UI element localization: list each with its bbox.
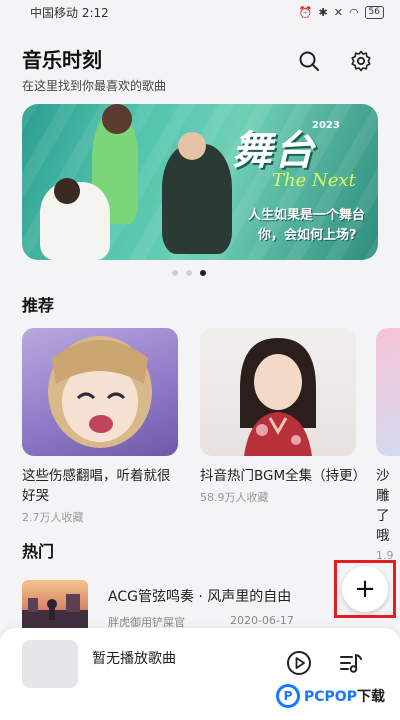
playlist-card[interactable]: 沙雕了哦 1.9 (376, 328, 400, 562)
bluetooth-icon: ✱ (318, 5, 328, 19)
playlist-favorites: 58.9万人收藏 (200, 491, 269, 504)
banner-slogan-line1: 人生如果是一个舞台 (248, 208, 366, 223)
banner-year: 2023 (312, 120, 340, 131)
playlist-favorites: 2.7万人收藏 (22, 511, 84, 524)
add-song-button[interactable]: + (342, 566, 388, 612)
section-title-hot: 热门 (22, 542, 55, 561)
song-title: ACG管弦鸣奏 · 风声里的自由 (108, 589, 292, 605)
pagination-dot-active[interactable] (200, 270, 206, 276)
alarm-icon: ⏰ (298, 5, 313, 19)
banner-subtitle: The Next (272, 170, 356, 191)
banner-figure-6 (178, 132, 206, 160)
pagination-dot[interactable] (172, 270, 178, 276)
wifi-icon: ◠ (348, 5, 359, 19)
song-date: 2020-06-17 (230, 614, 294, 627)
song-row[interactable]: ACG管弦鸣奏 · 风声里的自由 胖虎御用铲屎官 2020-06-17 (22, 580, 382, 629)
play-button[interactable] (284, 648, 314, 678)
watermark-text: PCPOP下载 (304, 686, 385, 706)
playlist-cover (200, 328, 356, 456)
playlist-title: 这些伤感翻唱，听着就很好哭 (22, 468, 171, 504)
page-subtitle: 在这里找到你最喜欢的歌曲 (22, 79, 167, 93)
page-title: 音乐时刻 (22, 48, 102, 72)
playlist-card[interactable]: 抖音热门BGM全集（持更） 58.9万人收藏 (200, 328, 366, 505)
watermark-logo: P (276, 684, 300, 708)
status-bar: 中国移动 2:12 ⏰ ✱ ✕ ◠ 56 (0, 0, 400, 24)
now-playing-cover (22, 640, 78, 688)
banner-figure-2 (102, 104, 132, 134)
playlist-cover (376, 328, 400, 456)
anime-girl-illustration (48, 336, 152, 448)
watermark-suffix: 下载 (356, 689, 385, 705)
banner-pagination (172, 270, 206, 276)
playlist-title: 沙雕了哦 (376, 468, 390, 544)
watermark: P PCPOP下载 (276, 684, 385, 708)
now-playing-text: 暂无播放歌曲 (92, 651, 176, 667)
carrier-time: 中国移动 2:12 (30, 5, 109, 20)
song-cover-illustration (22, 594, 88, 628)
promo-banner[interactable]: 舞台 2023 The Next 人生如果是一个舞台 你，会如何上场? (22, 104, 378, 260)
app-header: 音乐时刻 在这里找到你最喜欢的歌曲 (22, 44, 166, 94)
song-cover (22, 580, 88, 628)
search-icon (299, 51, 319, 71)
playlist-button[interactable] (336, 648, 366, 678)
watermark-brand: PCPOP (304, 689, 357, 705)
banner-figure-4 (54, 178, 80, 204)
section-title-recommend: 推荐 (22, 296, 55, 315)
mute-icon: ✕ (333, 5, 343, 19)
status-icons: ⏰ ✱ ✕ ◠ 56 (298, 5, 384, 19)
gear-icon (351, 50, 371, 72)
banner-slogan-line2: 你，会如何上场? (258, 228, 357, 243)
playlist-title: 抖音热门BGM全集（持更） (200, 468, 367, 484)
search-button[interactable] (296, 48, 322, 74)
playlist-cover (22, 328, 178, 456)
playlist-icon (340, 654, 362, 673)
battery-icon: 56 (364, 5, 384, 19)
banner-figure-5 (162, 144, 232, 254)
pagination-dot[interactable] (186, 270, 192, 276)
playlist-card[interactable]: 这些伤感翻唱，听着就很好哭 2.7万人收藏 (22, 328, 178, 525)
girl-portrait-illustration (240, 338, 316, 456)
play-circle-icon (287, 651, 311, 675)
banner-title: 舞台 (232, 127, 316, 174)
settings-button[interactable] (348, 48, 374, 74)
plus-icon: + (354, 574, 376, 604)
